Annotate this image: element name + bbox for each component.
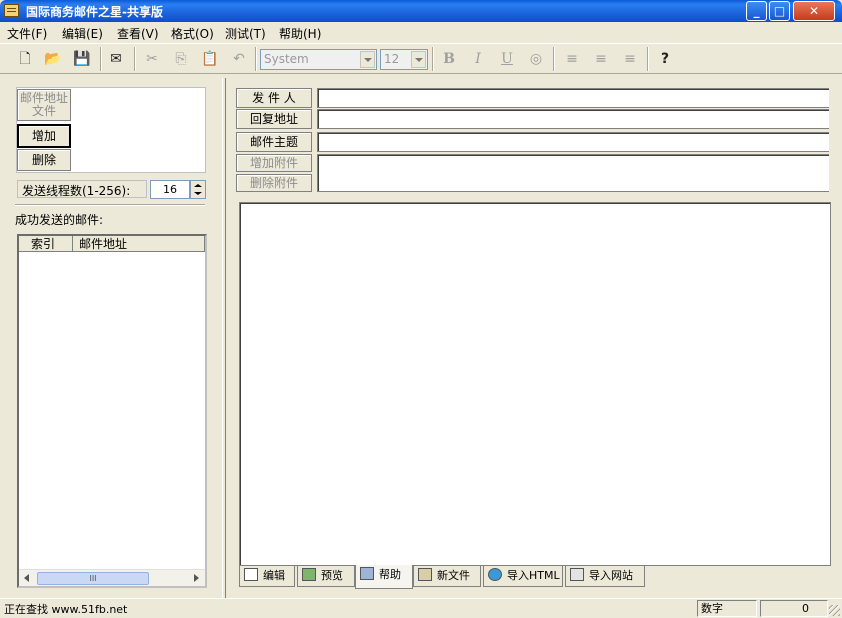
from-field[interactable]	[317, 88, 829, 108]
new-file-icon	[418, 568, 432, 581]
menu-bar: 文件(F) 编辑(E) 查看(V) 格式(O) 测试(T) 帮助(H)	[0, 22, 842, 42]
right-panel: 发 件 人 回复地址 邮件主题 增加附件 删除附件 编辑 预览 帮助 新文件 导…	[227, 76, 839, 598]
toolbar-separator	[432, 47, 434, 71]
align-center-icon[interactable]: ≡	[590, 49, 612, 69]
window-title: 国际商务邮件之星-共享版	[26, 5, 163, 19]
save-icon[interactable]: 💾	[71, 49, 93, 69]
edit-icon	[244, 568, 258, 581]
chevron-down-icon[interactable]	[360, 51, 375, 68]
font-size-select[interactable]: 12	[380, 49, 428, 70]
underline-icon[interactable]: U	[496, 49, 518, 69]
tab-label: 编辑	[263, 569, 285, 582]
toolbar-separator	[647, 47, 649, 71]
tab-label: 导入网站	[589, 569, 633, 582]
close-button[interactable]: ✕	[793, 1, 835, 21]
import-html-icon	[488, 568, 502, 581]
bold-icon[interactable]: B	[438, 49, 460, 69]
toolbar-separator	[255, 47, 257, 71]
sent-mail-list[interactable]: 索引 邮件地址 III	[17, 234, 207, 588]
align-right-icon[interactable]: ≡	[619, 49, 641, 69]
thread-count-label: 发送线程数(1-256):	[17, 180, 147, 198]
delete-button[interactable]: 删除	[17, 149, 71, 171]
minimize-button[interactable]: _	[746, 1, 767, 21]
tab-label: 导入HTML	[507, 569, 560, 582]
tab-import-website[interactable]: 导入网站	[565, 566, 645, 587]
tab-label: 新文件	[437, 569, 470, 582]
toolbar-separator	[134, 47, 136, 71]
send-icon[interactable]: ✉	[105, 49, 127, 69]
resize-grip[interactable]	[829, 605, 840, 616]
toolbar-separator	[553, 47, 555, 71]
status-message: 正在查找 www.51fb.net	[4, 603, 128, 616]
add-attachment-button[interactable]: 增加附件	[236, 154, 312, 172]
reply-to-button[interactable]: 回复地址	[236, 109, 312, 129]
thread-count-input[interactable]: 16	[150, 180, 190, 199]
color-palette-icon[interactable]: ◎	[525, 49, 547, 69]
font-name-value: System	[264, 52, 309, 66]
menu-file[interactable]: 文件(F)	[7, 25, 47, 42]
font-size-value: 12	[384, 52, 400, 66]
from-button[interactable]: 发 件 人	[236, 88, 312, 108]
message-editor[interactable]	[239, 202, 831, 566]
menu-edit[interactable]: 编辑(E)	[62, 25, 103, 42]
italic-icon[interactable]: I	[467, 49, 489, 69]
status-bar: 正在查找 www.51fb.net 数字 0	[0, 598, 842, 618]
pane-splitter[interactable]	[222, 78, 226, 598]
spin-down-icon[interactable]	[194, 192, 202, 195]
scroll-right-icon[interactable]	[194, 574, 199, 582]
chevron-down-icon[interactable]	[411, 51, 426, 68]
column-index[interactable]: 索引	[19, 236, 73, 252]
subject-button[interactable]: 邮件主题	[236, 132, 312, 152]
preview-icon	[302, 568, 316, 581]
help-book-icon	[360, 567, 374, 580]
undo-icon[interactable]: ↶	[228, 49, 250, 69]
scroll-left-icon[interactable]	[24, 574, 29, 582]
copy-icon[interactable]: ⎘	[170, 49, 192, 69]
tab-preview[interactable]: 预览	[297, 566, 355, 587]
new-document-icon[interactable]: 🗋	[14, 49, 36, 69]
attachment-list[interactable]	[317, 154, 829, 192]
add-button[interactable]: 增加	[17, 124, 71, 148]
open-folder-icon[interactable]: 📂	[42, 49, 64, 69]
toolbar-separator	[100, 47, 102, 71]
tab-import-html[interactable]: 导入HTML	[483, 566, 563, 587]
paste-icon[interactable]: 📋	[199, 49, 221, 69]
remove-attachment-button[interactable]: 删除附件	[236, 174, 312, 192]
menu-help[interactable]: 帮助(H)	[279, 25, 321, 42]
status-count: 0	[760, 600, 828, 617]
tab-label: 预览	[321, 569, 343, 582]
thread-count-spinner[interactable]	[190, 180, 206, 199]
sent-mail-label: 成功发送的邮件:	[15, 213, 104, 227]
reply-to-field[interactable]	[317, 109, 829, 129]
divider	[15, 204, 205, 206]
subject-field[interactable]	[317, 132, 829, 152]
address-file-button[interactable]: 邮件地址文件	[17, 89, 71, 121]
menu-format[interactable]: 格式(O)	[171, 25, 214, 42]
toolbar: 🗋 📂 💾 ✉ ✂ ⎘ 📋 ↶ System 12 B I U ◎ ≡ ≡ ≡ …	[0, 43, 842, 74]
list-header: 索引 邮件地址	[19, 236, 205, 252]
horizontal-scrollbar[interactable]: III	[19, 569, 205, 586]
align-left-icon[interactable]: ≡	[561, 49, 583, 69]
font-name-select[interactable]: System	[260, 49, 377, 70]
scroll-thumb[interactable]: III	[37, 572, 149, 585]
left-panel: 邮件地址文件 增加 删除 发送线程数(1-256): 16 成功发送的邮件: 索…	[3, 78, 221, 596]
maximize-button[interactable]: □	[769, 1, 790, 21]
menu-view[interactable]: 查看(V)	[117, 25, 159, 42]
help-icon[interactable]: ?	[654, 49, 676, 69]
import-website-icon	[570, 568, 584, 581]
title-bar: 国际商务邮件之星-共享版 _ □ ✕	[0, 0, 842, 22]
spin-up-icon[interactable]	[194, 184, 202, 187]
tab-new-file[interactable]: 新文件	[413, 566, 481, 587]
tab-edit[interactable]: 编辑	[239, 566, 295, 587]
menu-test[interactable]: 测试(T)	[225, 25, 266, 42]
status-num-lock: 数字	[697, 600, 757, 617]
tab-help[interactable]: 帮助	[355, 565, 413, 589]
app-icon[interactable]	[4, 4, 19, 17]
cut-icon[interactable]: ✂	[141, 49, 163, 69]
tab-label: 帮助	[379, 568, 401, 581]
column-email[interactable]: 邮件地址	[73, 236, 205, 252]
